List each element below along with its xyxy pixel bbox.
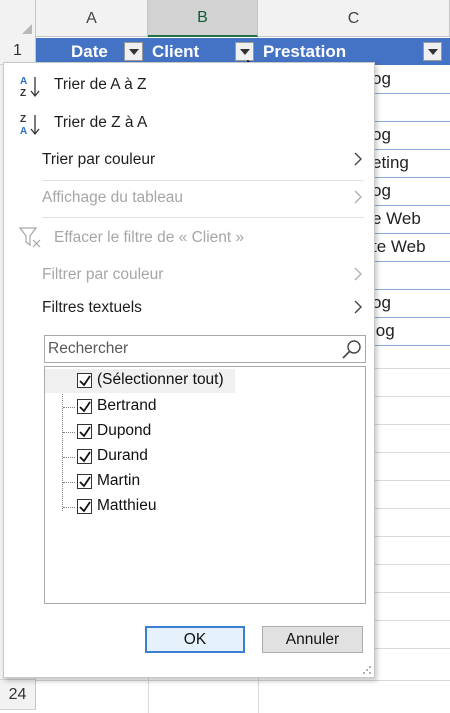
header-prestation[interactable]: Prestation	[263, 38, 346, 65]
menu-separator	[42, 217, 364, 218]
checkbox-item[interactable]: Durand	[45, 445, 345, 469]
menu-sort-z-to-a[interactable]: Z A Trier de Z à A	[4, 106, 374, 140]
table-header-row: Date Client Prestation	[36, 38, 450, 65]
clear-filter-icon	[18, 227, 41, 248]
chevron-down-icon	[239, 48, 250, 55]
checkbox[interactable]	[77, 373, 92, 388]
header-client[interactable]: Client	[152, 38, 199, 65]
header-date[interactable]: Date	[71, 38, 108, 65]
checkbox-label: (Sélectionner tout)	[97, 371, 224, 388]
row-header-1[interactable]: 1	[0, 37, 36, 65]
menu-label: Effacer le filtre de « Client »	[54, 229, 245, 246]
menu-table-view: Affichage du tableau	[4, 181, 374, 215]
menu-label: Filtrer par couleur	[42, 266, 164, 283]
column-header-b[interactable]: B	[148, 0, 258, 37]
chevron-right-icon	[354, 300, 362, 314]
checkbox[interactable]	[77, 449, 92, 464]
checkbox-label: Bertrand	[97, 397, 157, 414]
chevron-right-icon	[354, 152, 362, 166]
column-header-bar: A B C	[0, 0, 450, 37]
menu-label: Trier par couleur	[42, 151, 156, 168]
svg-text:A: A	[20, 126, 27, 137]
checkbox-label: Durand	[97, 447, 148, 464]
menu-label: Filtres textuels	[42, 299, 142, 316]
chevron-right-icon	[354, 267, 362, 281]
checkbox-item[interactable]: Bertrand	[45, 395, 345, 419]
svg-text:A: A	[20, 76, 27, 87]
chevron-down-icon	[427, 48, 438, 55]
menu-text-filters[interactable]: Filtres textuels	[4, 291, 374, 325]
sort-ascending-icon: A Z	[20, 76, 40, 99]
resize-grip-icon[interactable]	[362, 665, 372, 675]
chevron-right-icon	[354, 190, 362, 204]
checkbox-label: Dupond	[97, 422, 152, 439]
checkbox[interactable]	[77, 499, 92, 514]
menu-sort-by-color[interactable]: Trier par couleur	[4, 143, 374, 177]
checkbox-select-all[interactable]: (Sélectionner tout)	[45, 369, 235, 393]
row-header-24[interactable]: 24	[0, 680, 36, 710]
table-cell[interactable]: log	[372, 321, 395, 341]
cancel-button[interactable]: Annuler	[262, 626, 363, 653]
ok-button[interactable]: OK	[145, 626, 245, 653]
gridline	[36, 680, 450, 681]
checkbox-label: Matthieu	[97, 497, 157, 514]
checkbox[interactable]	[77, 424, 92, 439]
checkbox[interactable]	[77, 399, 92, 414]
table-cell[interactable]: te Web	[372, 237, 426, 257]
menu-filter-by-color: Filtrer par couleur	[4, 258, 374, 292]
checkbox-item[interactable]: Dupond	[45, 420, 345, 444]
menu-sort-a-to-z[interactable]: A Z Trier de A à Z	[4, 68, 374, 102]
column-header-c[interactable]: C	[258, 0, 450, 37]
value-checkbox-list[interactable]: (Sélectionner tout) Bertrand Dupond Dura…	[44, 366, 366, 604]
svg-text:Z: Z	[20, 88, 26, 99]
table-cell[interactable]: e Web	[372, 209, 421, 229]
menu-label: Affichage du tableau	[42, 189, 184, 206]
menu-clear-filter: Effacer le filtre de « Client »	[4, 221, 374, 255]
filter-dropdown-client[interactable]	[235, 42, 254, 61]
table-cell[interactable]: eting	[372, 153, 409, 173]
checkbox-label: Martin	[97, 472, 141, 489]
filter-dropdown-prestation[interactable]	[423, 42, 442, 61]
select-all-corner[interactable]	[0, 0, 36, 37]
menu-label: Trier de Z à A	[54, 114, 148, 131]
checkbox[interactable]	[77, 474, 92, 489]
search-input[interactable]: Rechercher	[44, 335, 366, 363]
filter-dropdown-date[interactable]	[124, 42, 143, 61]
checkbox-item[interactable]: Matthieu	[45, 495, 345, 519]
sort-descending-icon: Z A	[20, 114, 40, 137]
checkbox-item[interactable]: Martin	[45, 470, 345, 494]
svg-text:Z: Z	[20, 114, 26, 125]
search-placeholder: Rechercher	[48, 340, 129, 357]
menu-label: Trier de A à Z	[54, 76, 147, 93]
filter-dropdown-panel: A Z Trier de A à Z Z A Trier de Z à A Tr…	[3, 62, 375, 678]
search-icon[interactable]	[341, 338, 363, 360]
chevron-down-icon	[128, 48, 139, 55]
column-header-a[interactable]: A	[36, 0, 148, 37]
